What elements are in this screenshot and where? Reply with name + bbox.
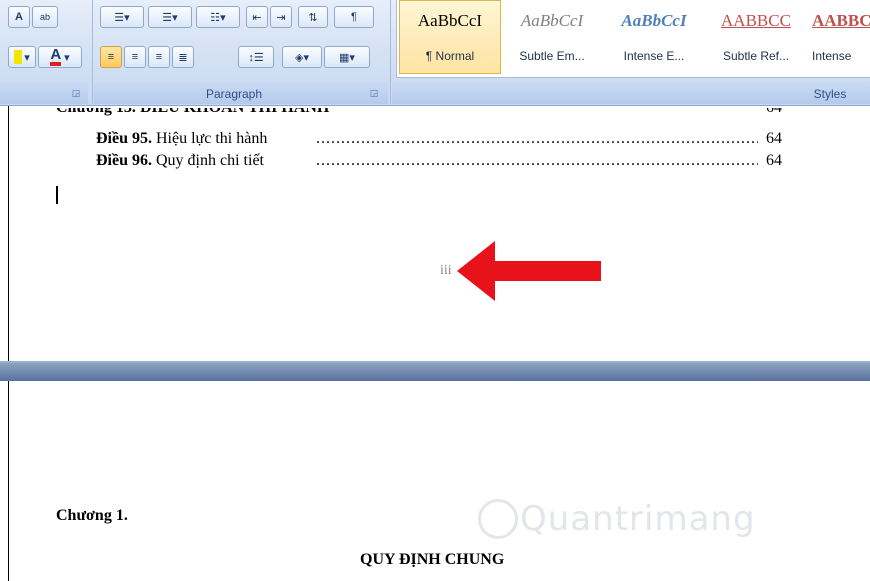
document-page: Chương 13. ĐIỀU KHOẢN THI HÀNH 64 Điều 9…	[0, 106, 870, 363]
style-name: Subtle Ref...	[722, 49, 790, 63]
watermark: Quantrimang	[478, 499, 756, 539]
style-sample: AABBCC	[812, 11, 870, 30]
dropdown-arrow-icon: ▾	[24, 51, 30, 64]
toc-entry-page: 64	[764, 130, 782, 148]
toc-entry-title: Hiệu lực thi hành	[152, 130, 268, 147]
decrease-indent-button[interactable]: ⇤	[246, 6, 268, 28]
style-sample: AaBbCcI	[621, 11, 687, 30]
toc-partial-text: Chương 13. ĐIỀU KHOẢN THI HÀNH	[56, 108, 329, 117]
font-color-button[interactable]: A ▾	[38, 46, 82, 68]
font-dialog-launcher-icon[interactable]: ◲	[70, 88, 82, 100]
style-intense-reference[interactable]: AABBCC Intense	[807, 0, 870, 74]
style-name: Intense	[812, 49, 852, 63]
group-separator	[390, 0, 391, 104]
line-spacing-icon: ↕☰	[248, 51, 264, 64]
align-left-icon: ≡	[107, 51, 115, 63]
shading-button[interactable]: ◈▾	[282, 46, 322, 68]
multilevel-list-button[interactable]: ☷▾	[196, 6, 240, 28]
chapter-title: QUY ĐỊNH CHUNG	[360, 551, 505, 568]
highlight-color-button[interactable]: ▾	[8, 46, 36, 68]
borders-icon: ▦▾	[339, 51, 355, 64]
document-page: Chương 1. Quantrimang QUY ĐỊNH CHUNG	[0, 381, 870, 581]
toc-leader: ........................................…	[316, 152, 758, 169]
style-subtle-emphasis[interactable]: AaBbCcI Subtle Em...	[501, 0, 603, 74]
style-subtle-reference[interactable]: AABBCC Subtle Ref...	[705, 0, 807, 74]
style-sample: AABBCC	[721, 11, 791, 30]
chapter-heading: Chương 1.	[56, 507, 128, 524]
styles-gallery: AaBbCcI ¶ Normal AaBbCcI Subtle Em... Aa…	[396, 0, 870, 78]
style-name: Subtle Em...	[519, 49, 585, 63]
justify-button[interactable]: ≣	[172, 46, 194, 68]
toc-entry-page: 64	[764, 152, 782, 170]
text-cursor	[56, 186, 58, 204]
numbering-icon: ☰▾	[162, 11, 178, 24]
page-gap	[0, 363, 870, 381]
ribbon: A ab ▾ A ▾ ◲ ☰▾ ☰▾ ☷▾ ⇤ ⇥ ⇅ ¶ ≡ ≡ ≡ ≣ ↕☰…	[0, 0, 870, 106]
toc-partial-page: 64	[766, 108, 782, 117]
borders-button[interactable]: ▦▾	[324, 46, 370, 68]
align-right-button[interactable]: ≡	[148, 46, 170, 68]
paint-bucket-icon: ◈▾	[295, 51, 309, 64]
watermark-text: Quantrimang	[520, 499, 756, 539]
change-case-button[interactable]: ab	[32, 6, 58, 28]
toc-entry-label: Điều 96.	[96, 152, 152, 169]
highlighter-icon	[14, 50, 23, 64]
page-number: iii	[440, 263, 452, 278]
increase-indent-button[interactable]: ⇥	[270, 6, 292, 28]
line-spacing-button[interactable]: ↕☰	[238, 46, 274, 68]
increase-indent-icon: ⇥	[276, 11, 286, 24]
lightbulb-icon	[478, 499, 518, 539]
styles-group-label: Styles	[813, 87, 847, 101]
bullets-icon: ☰▾	[114, 11, 130, 24]
sort-icon: ⇅	[308, 11, 318, 24]
numbering-button[interactable]: ☰▾	[148, 6, 192, 28]
chevron-down-icon: ▾	[64, 51, 70, 64]
decrease-indent-icon: ⇤	[252, 11, 262, 24]
style-normal[interactable]: AaBbCcI ¶ Normal	[399, 0, 501, 74]
toc-entry-label: Điều 95.	[96, 130, 152, 147]
bullets-button[interactable]: ☰▾	[100, 6, 144, 28]
paragraph-group-label: Paragraph	[205, 87, 263, 101]
toc-entry[interactable]: Điều 95. Hiệu lực thi hành .............…	[96, 130, 782, 148]
toc-entry-title: Quy định chi tiết	[152, 152, 264, 169]
sort-button[interactable]: ⇅	[298, 6, 328, 28]
red-arrow-icon	[457, 241, 601, 301]
toc-entry[interactable]: Điều 96. Quy định chi tiết .............…	[96, 152, 782, 170]
pilcrow-icon: ¶	[351, 11, 357, 23]
font-color-icon: A	[50, 47, 62, 66]
show-hide-button[interactable]: ¶	[334, 6, 374, 28]
style-sample: AaBbCcI	[520, 11, 584, 30]
align-center-button[interactable]: ≡	[124, 46, 146, 68]
align-center-icon: ≡	[131, 51, 139, 63]
align-left-button[interactable]: ≡	[100, 46, 122, 68]
grow-font-button[interactable]: A	[8, 6, 30, 28]
justify-icon: ≣	[178, 51, 188, 64]
paragraph-dialog-launcher-icon[interactable]: ◲	[368, 88, 380, 100]
style-sample: AaBbCcI	[417, 11, 483, 30]
toc-leader: ........................................…	[316, 130, 758, 147]
align-right-icon: ≡	[155, 51, 163, 63]
group-separator	[92, 0, 93, 104]
style-name: Intense E...	[623, 49, 685, 63]
style-name: ¶ Normal	[425, 49, 475, 63]
style-intense-emphasis[interactable]: AaBbCcI Intense E...	[603, 0, 705, 74]
multilevel-list-icon: ☷▾	[210, 11, 226, 24]
toc-entry-partial: Chương 13. ĐIỀU KHOẢN THI HÀNH 64	[56, 108, 782, 118]
